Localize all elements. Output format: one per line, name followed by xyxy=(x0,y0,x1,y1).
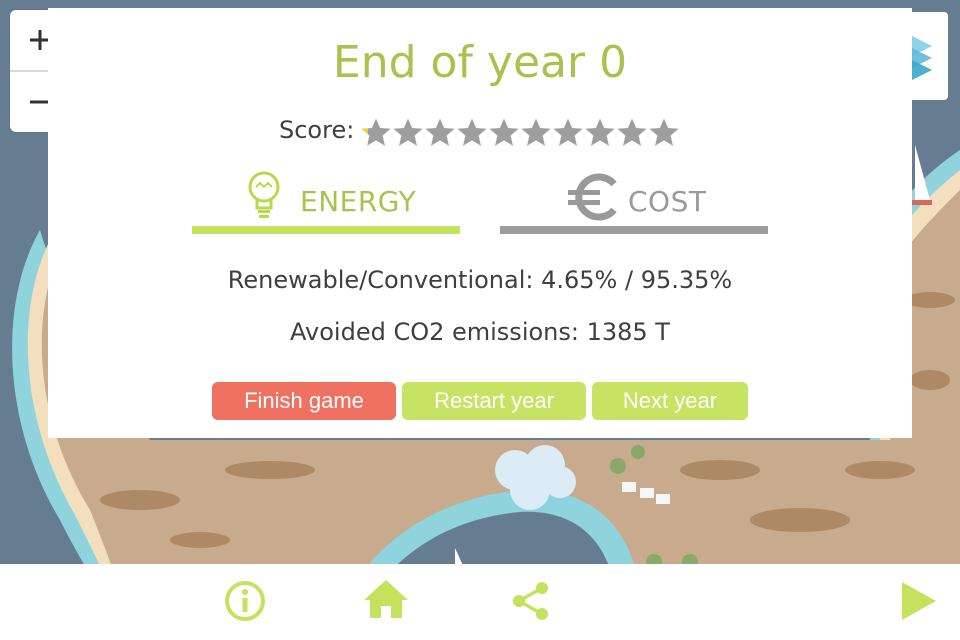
star-icon xyxy=(489,118,519,146)
renewable-conventional-stat: Renewable/Conventional: 4.65% / 95.35% xyxy=(227,266,733,294)
tab-cost-label: COST xyxy=(628,185,707,218)
star-icon xyxy=(617,118,647,146)
restart-year-button[interactable]: Restart year xyxy=(402,382,586,420)
lightbulb-icon xyxy=(248,171,280,218)
plus-icon xyxy=(30,30,50,50)
star-icon xyxy=(361,118,391,146)
finish-game-button[interactable]: Finish game xyxy=(212,382,396,420)
dialog-title: End of year 0 xyxy=(332,37,628,88)
year-end-dialog: End of year 0 Score: ENERGY COST Renewab… xyxy=(48,8,912,438)
score-rating xyxy=(360,117,680,149)
play-icon[interactable] xyxy=(898,580,938,622)
tab-cost-underline xyxy=(500,226,768,234)
star-icon xyxy=(553,118,583,146)
tab-energy-underline xyxy=(192,226,460,234)
star-icon xyxy=(649,118,679,146)
minus-icon xyxy=(30,100,50,104)
star-icon xyxy=(457,118,487,146)
layers-icon xyxy=(912,36,932,80)
tab-cost[interactable]: COST xyxy=(500,168,768,234)
next-year-button[interactable]: Next year xyxy=(592,382,748,420)
bottom-toolbar xyxy=(0,564,960,640)
tab-energy-label: ENERGY xyxy=(300,185,417,218)
avoided-co2-stat: Avoided CO2 emissions: 1385 T xyxy=(290,318,670,346)
score-label: Score: xyxy=(279,116,355,144)
star-icon xyxy=(393,118,423,146)
euro-icon xyxy=(568,173,617,221)
share-icon[interactable] xyxy=(510,580,552,622)
info-icon[interactable] xyxy=(224,580,266,622)
star-icon xyxy=(585,118,615,146)
star-icon xyxy=(521,118,551,146)
star-icon xyxy=(425,118,455,146)
home-icon[interactable] xyxy=(362,578,410,620)
tab-energy[interactable]: ENERGY xyxy=(192,168,460,234)
